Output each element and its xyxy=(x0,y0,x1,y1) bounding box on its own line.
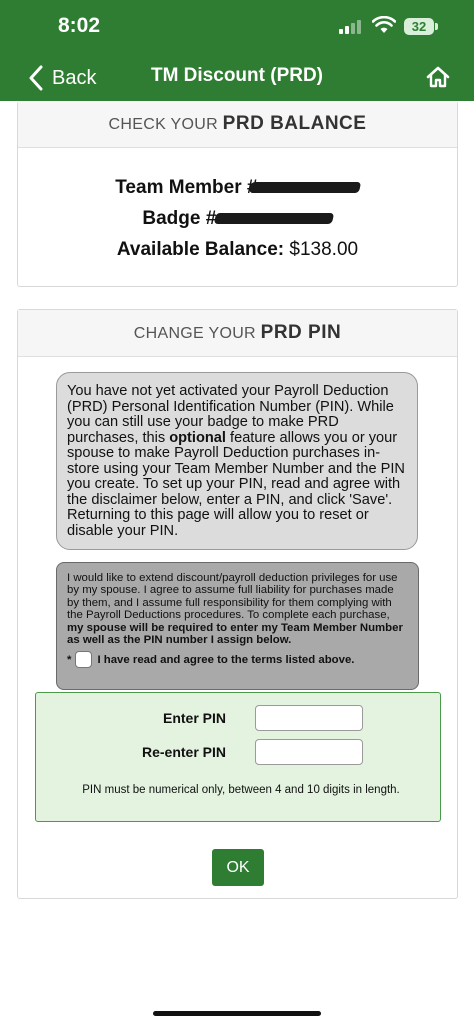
pin-form: Enter PIN Re-enter PIN PIN must be numer… xyxy=(35,692,441,822)
back-button[interactable]: Back xyxy=(28,62,96,94)
pin-heading-bold: PRD PIN xyxy=(260,322,342,343)
top-bar: 8:02 32 Back TM Discount (PRD) xyxy=(0,0,474,101)
ok-button[interactable]: OK xyxy=(212,849,264,886)
back-label: Back xyxy=(52,66,97,89)
reenter-pin-label: Re-enter PIN xyxy=(141,744,226,760)
available-balance-row: Available Balance: $138.00 xyxy=(18,234,457,265)
balance-details: Team Member #: Badge #: Available Balanc… xyxy=(18,172,457,265)
pin-info-box: You have not yet activated your Payroll … xyxy=(56,372,418,550)
redaction-mark xyxy=(248,182,361,194)
info-text-bold: optional xyxy=(169,429,226,446)
pin-heading-prefix: CHANGE YOUR xyxy=(133,325,256,342)
available-balance-label: Available Balance: xyxy=(116,239,285,260)
cellular-signal-icon xyxy=(339,20,365,34)
available-balance-value: $138.00 xyxy=(289,239,359,260)
agree-row: * I have read and agree to the terms lis… xyxy=(67,651,408,669)
wifi-icon xyxy=(372,16,396,33)
status-time: 8:02 xyxy=(58,14,101,37)
redaction-mark xyxy=(213,213,334,225)
reenter-pin-input[interactable] xyxy=(255,739,363,765)
disclaimer-box: I would like to extend discount/payroll … xyxy=(56,562,419,690)
pin-note: PIN must be numerical only, between 4 an… xyxy=(82,784,400,796)
battery-tip xyxy=(435,23,438,30)
disclaimer-text-bold: my spouse will be required to enter my T… xyxy=(67,621,403,647)
agree-checkbox[interactable] xyxy=(75,651,93,669)
info-text-continued: feature allows you or your spouse to mak… xyxy=(67,429,405,539)
enter-pin-label: Enter PIN xyxy=(162,710,226,726)
badge-row: Badge #: xyxy=(18,203,457,234)
balance-card-header: CHECK YOUR PRD BALANCE xyxy=(18,101,457,148)
balance-card: CHECK YOUR PRD BALANCE Team Member #: Ba… xyxy=(17,101,458,287)
balance-heading-bold: PRD BALANCE xyxy=(222,113,367,134)
home-indicator xyxy=(153,1011,321,1016)
battery-icon: 32 xyxy=(404,18,434,35)
badge-label: Badge #: xyxy=(142,208,223,229)
pin-card: CHANGE YOUR PRD PIN You have not yet act… xyxy=(17,309,458,899)
chevron-left-icon xyxy=(29,65,43,91)
home-icon[interactable] xyxy=(426,66,450,88)
pin-card-header: CHANGE YOUR PRD PIN xyxy=(18,310,457,357)
balance-heading-prefix: CHECK YOUR xyxy=(108,116,218,133)
team-member-label: Team Member #: xyxy=(115,177,264,198)
enter-pin-input[interactable] xyxy=(255,705,363,731)
disclaimer-text: I would like to extend discount/payroll … xyxy=(67,572,398,622)
required-star: * xyxy=(67,653,72,666)
team-member-row: Team Member #: xyxy=(18,172,457,203)
agree-label[interactable]: I have read and agree to the terms liste… xyxy=(97,654,354,666)
